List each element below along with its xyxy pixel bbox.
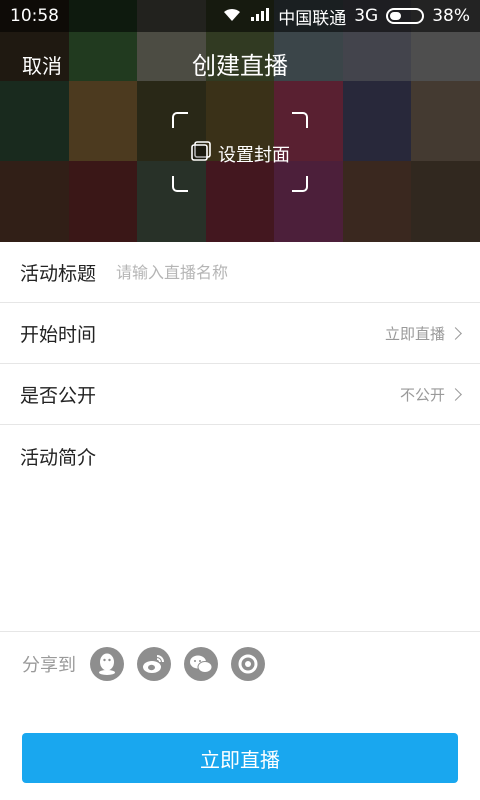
intro-label: 活动简介: [20, 447, 97, 469]
moments-icon[interactable]: [231, 646, 265, 681]
public-label: 是否公开: [20, 384, 97, 407]
weibo-icon[interactable]: [137, 646, 171, 681]
title-label: 活动标题: [20, 262, 97, 285]
start-time-value: 立即直播: [384, 324, 445, 343]
frame-corner: [172, 112, 188, 128]
frame-corner: [172, 176, 188, 192]
status-bar: 10:58 中国联通 3G 38%: [0, 0, 480, 32]
square-icon: [190, 140, 212, 167]
chevron-right-icon: [449, 387, 462, 401]
cover-label-wrap: 设置封面: [172, 140, 308, 167]
status-right: 中国联通 3G 38%: [222, 4, 470, 29]
start-time-value-wrap: 立即直播: [384, 323, 462, 344]
top-bar: 取消 创建直播: [0, 32, 480, 90]
public-value: 不公开: [399, 385, 445, 404]
battery-percent: 38%: [432, 6, 470, 26]
frame-corner: [292, 112, 308, 128]
signal-icon: [250, 6, 270, 27]
title-row: 活动标题: [0, 242, 480, 303]
wechat-icon[interactable]: [184, 646, 218, 681]
frame-corner: [292, 176, 308, 192]
chevron-right-icon: [449, 326, 462, 340]
start-time-label: 开始时间: [20, 323, 97, 346]
live-form: 活动标题 开始时间 立即直播 是否公开 不公开: [0, 242, 480, 425]
public-value-wrap: 不公开: [399, 384, 462, 405]
wifi-icon: [222, 6, 242, 27]
share-bar: 分享到: [0, 631, 480, 695]
page-title: 创建直播: [192, 52, 288, 80]
cover-header: 10:58 中国联通 3G 38% 取消 创建直播 设置封面: [0, 0, 480, 242]
cover-label: 设置封面: [218, 144, 290, 166]
intro-section: 活动简介: [0, 425, 480, 630]
status-time: 10:58: [10, 6, 59, 26]
share-label: 分享到: [22, 654, 76, 676]
battery-icon: [386, 8, 425, 24]
carrier-name: 中国联通: [278, 8, 347, 29]
start-time-row[interactable]: 开始时间 立即直播: [0, 303, 480, 364]
qq-icon[interactable]: [90, 646, 124, 681]
intro-textarea[interactable]: [20, 480, 460, 620]
set-cover-button[interactable]: 设置封面: [172, 112, 308, 192]
title-input[interactable]: [116, 262, 460, 282]
public-row[interactable]: 是否公开 不公开: [0, 364, 480, 425]
go-live-button[interactable]: 立即直播: [22, 733, 458, 783]
network-type: 3G: [354, 6, 379, 26]
battery-fill: [390, 12, 402, 20]
